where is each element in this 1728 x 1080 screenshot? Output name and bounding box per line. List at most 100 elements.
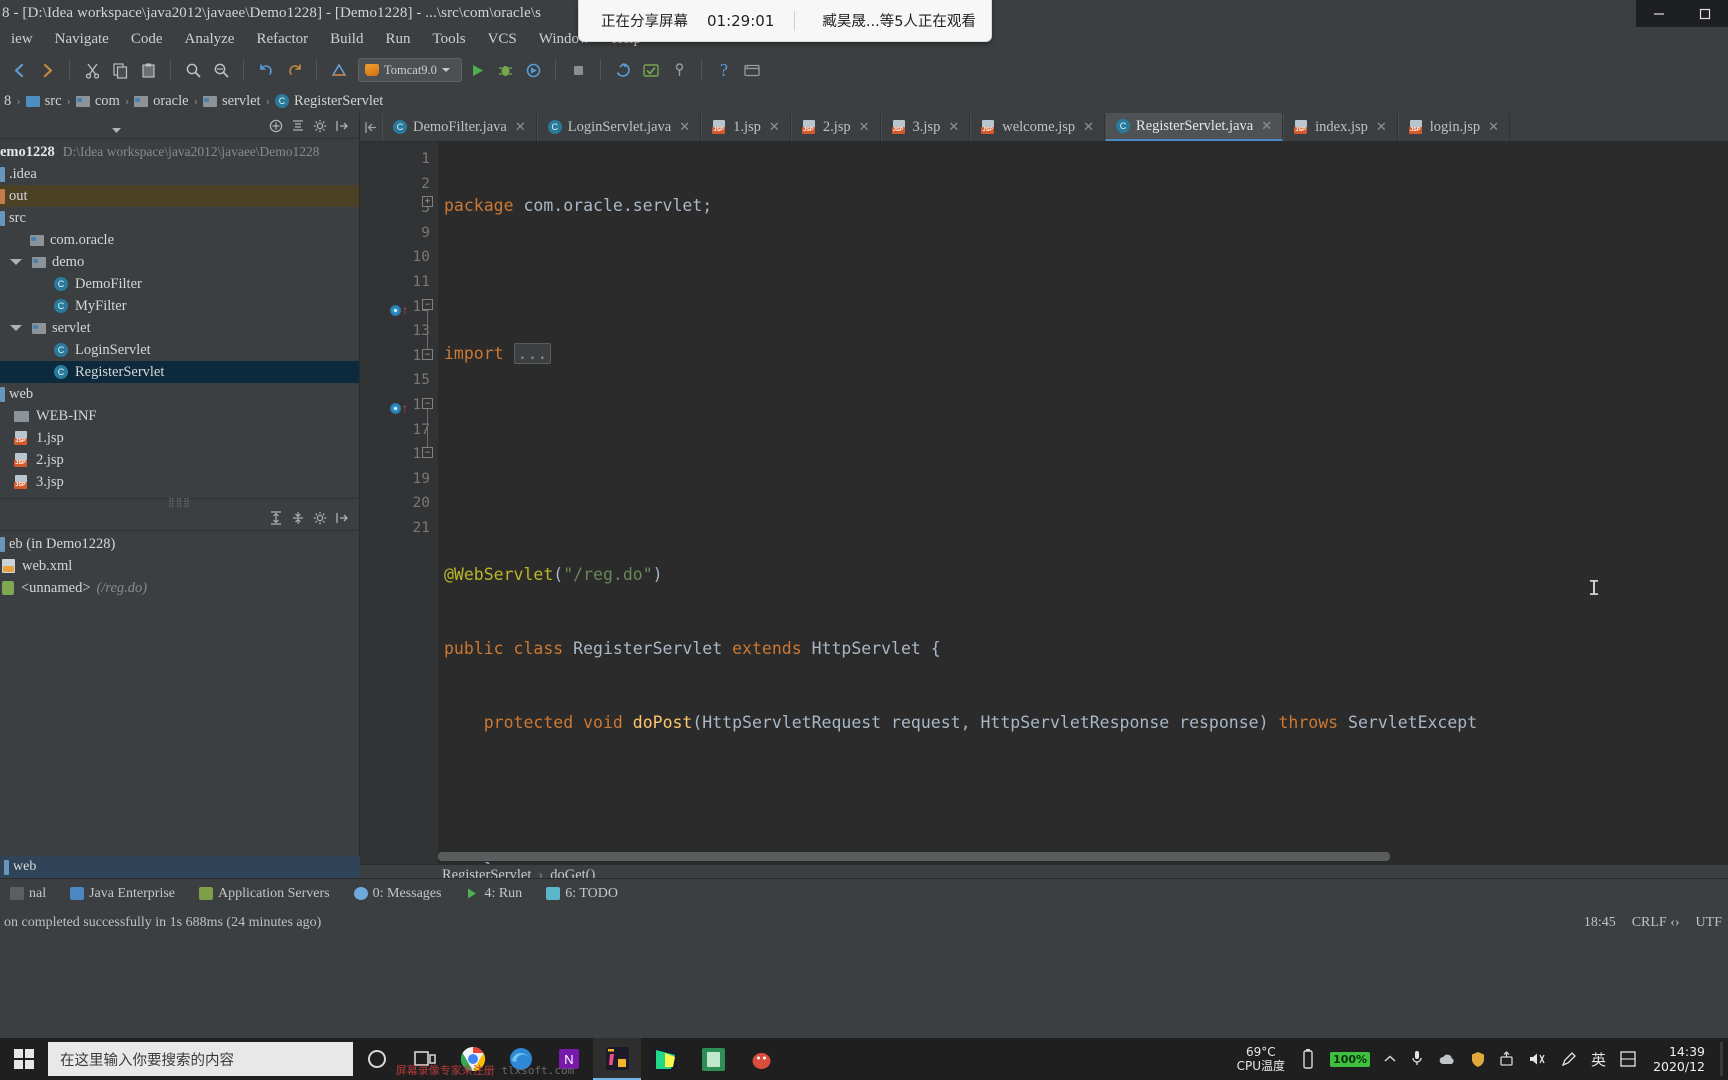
vcs-history-icon[interactable] [666,57,692,83]
intellij-icon[interactable] [593,1038,641,1080]
commit-icon[interactable] [638,57,664,83]
close-icon[interactable]: ✕ [1261,118,1272,134]
tab-1-jsp[interactable]: JSP 1.jsp ✕ [701,113,791,141]
fold-dopost-end-icon[interactable]: − [422,349,433,360]
tree-row-web[interactable]: web [0,383,359,405]
start-button[interactable] [0,1038,48,1080]
ime-pen-icon[interactable] [1554,1038,1584,1080]
minimize-button[interactable] [1636,0,1682,27]
taskbar-clock[interactable]: 14:39 2020/12 [1643,1044,1715,1074]
taskbar-search-input[interactable]: 在这里输入你要搜索的内容 [48,1042,353,1076]
tab-login-jsp[interactable]: JSP login.jsp ✕ [1397,113,1511,141]
project-view-chevron-icon[interactable] [112,122,121,137]
breadcrumb-class[interactable]: C RegisterServlet [271,93,387,110]
editor-horizontal-scrollbar[interactable] [438,852,1724,861]
tree-row-myfilter[interactable]: C MyFilter [0,295,359,317]
close-icon[interactable]: ✕ [1376,119,1387,135]
ime-language-indicator[interactable]: 英 [1584,1038,1613,1080]
editor-gutter[interactable]: 1 2 3 9 10 11 12 13 14 15 16 17 18 19 20… [360,142,438,864]
close-icon[interactable]: ✕ [769,119,780,135]
close-icon[interactable]: ✕ [948,119,959,135]
fold-dopost-start-icon[interactable]: − [422,299,433,310]
tab-demofilter-java[interactable]: C DemoFilter.java ✕ [382,113,537,141]
replace-icon[interactable] [208,57,234,83]
tree-row-root[interactable]: emo1228 D:\Idea workspace\java2012\javae… [0,141,359,163]
facet-row-web-xml[interactable]: web.xml [0,555,359,577]
close-icon[interactable]: ✕ [679,119,690,135]
volume-icon[interactable] [1521,1038,1554,1080]
tree-row-1-jsp[interactable]: JSP 1.jsp [0,427,359,449]
copy-icon[interactable] [107,57,133,83]
menu-code[interactable]: Code [120,31,174,48]
run-button[interactable] [464,57,490,83]
breadcrumb-servlet[interactable]: servlet [199,93,265,110]
collapse-facet-icon[interactable] [289,509,307,527]
tool-messages[interactable]: 0: Messages [344,886,452,902]
tree-row-registerservlet[interactable]: C RegisterServlet [0,361,359,383]
undo-icon[interactable] [253,57,279,83]
menu-vcs[interactable]: VCS [477,31,528,48]
redo-icon[interactable] [281,57,307,83]
menu-run[interactable]: Run [374,31,421,48]
gear-icon[interactable] [311,509,329,527]
tree-row-idea[interactable]: .idea [0,163,359,185]
breadcrumb-com[interactable]: com [72,93,124,110]
tree-expand-arrow-icon[interactable] [8,259,24,265]
fold-doget-start-icon[interactable]: − [422,398,433,409]
menu-tools[interactable]: Tools [421,31,476,48]
build-icon[interactable] [326,57,352,83]
expand-facet-icon[interactable] [267,509,285,527]
import-fold-placeholder[interactable]: ... [513,342,552,364]
breadcrumb-src[interactable]: src [22,93,66,110]
close-icon[interactable]: ✕ [1083,119,1094,135]
forward-arrow-icon[interactable] [34,57,60,83]
debug-button[interactable] [492,57,518,83]
menu-view[interactable]: iew [0,31,44,48]
fold-doget-end-icon[interactable]: − [422,447,433,458]
run-coverage-button[interactable] [520,57,546,83]
ime-mode-icon[interactable] [1613,1038,1643,1080]
tree-row-3-jsp[interactable]: JSP 3.jsp [0,471,359,493]
status-line-separator[interactable]: CRLF ‹› [1632,915,1680,931]
run-configuration-selector[interactable]: Tomcat9.0 [358,58,462,82]
tab-welcome-jsp[interactable]: JSP welcome.jsp ✕ [970,113,1106,141]
tab-registerservlet-java[interactable]: C RegisterServlet.java ✕ [1105,113,1284,141]
close-icon[interactable]: ✕ [515,119,526,135]
tree-row-webinf[interactable]: WEB-INF [0,405,359,427]
tool-todo[interactable]: 6: TODO [536,886,628,902]
tool-java-enterprise[interactable]: Java Enterprise [60,886,185,902]
stop-button[interactable] [565,57,591,83]
paste-icon[interactable] [135,57,161,83]
project-panel-bottom-strip[interactable]: web [0,856,360,878]
menu-refactor[interactable]: Refactor [245,31,319,48]
security-shield-icon[interactable] [1464,1038,1492,1080]
help-icon[interactable]: ? [711,57,737,83]
tab-loginservlet-java[interactable]: C LoginServlet.java ✕ [536,113,702,141]
navicat-icon[interactable] [689,1038,737,1080]
tree-row-src[interactable]: src [0,207,359,229]
tree-row-servlet[interactable]: servlet [0,317,359,339]
status-encoding[interactable]: UTF [1696,915,1722,931]
code-editor[interactable]: 1 2 3 9 10 11 12 13 14 15 16 17 18 19 20… [360,142,1728,864]
tomcat-icon[interactable] [737,1038,785,1080]
tree-row-out[interactable]: out [0,185,359,207]
cpu-temperature-widget[interactable]: 69°C CPU温度 [1229,1045,1293,1073]
code-content[interactable]: package com.oracle.servlet; import ... @… [438,142,1728,864]
tool-run[interactable]: 4: Run [455,886,532,902]
battery-percent-badge[interactable]: 100% [1323,1038,1377,1080]
settings-icon[interactable] [739,57,765,83]
gear-icon[interactable] [311,117,329,135]
tool-application-servers[interactable]: Application Servers [189,886,340,902]
tree-expand-arrow-icon[interactable] [8,325,24,331]
maximize-button[interactable] [1682,0,1728,27]
menu-build[interactable]: Build [319,31,374,48]
close-icon[interactable]: ✕ [859,119,870,135]
run-gutter-marker-doget[interactable]: ↑ [390,398,412,418]
usb-eject-icon[interactable] [1492,1038,1521,1080]
run-gutter-marker-dopost[interactable]: ↑ [390,300,412,320]
close-icon[interactable]: ✕ [1488,119,1499,135]
onedrive-cloud-icon[interactable] [1431,1038,1464,1080]
fold-import-icon[interactable]: + [422,196,433,207]
show-desktop-button[interactable] [1715,1038,1728,1080]
tab-3-jsp[interactable]: JSP 3.jsp ✕ [880,113,971,141]
